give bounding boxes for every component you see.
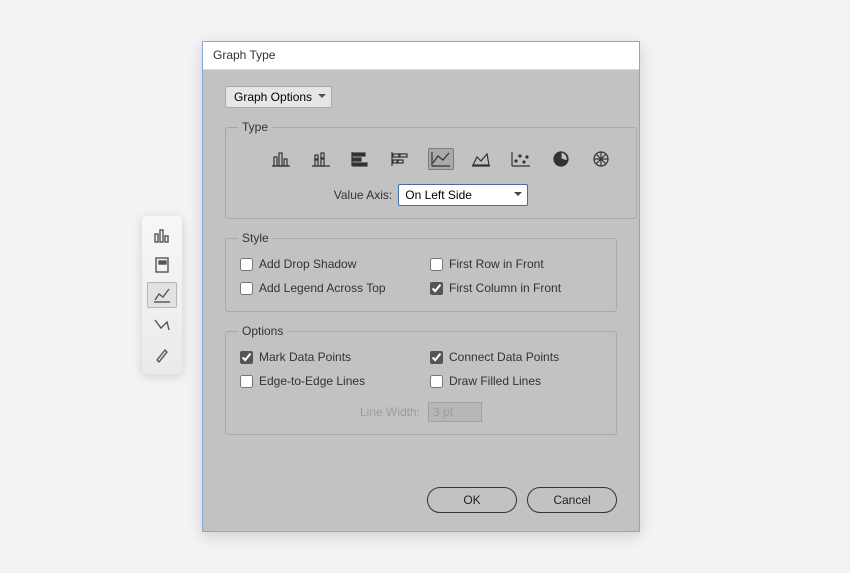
column-graph-icon: [153, 226, 171, 244]
tool-panel: [142, 216, 182, 374]
type-area-icon[interactable]: [468, 148, 494, 170]
type-radar-icon[interactable]: [588, 148, 614, 170]
add-drop-shadow-checkbox[interactable]: Add Drop Shadow: [240, 257, 430, 271]
type-fieldset: Type Value Axis: On Left Side: [225, 120, 637, 219]
type-stacked-bar-icon[interactable]: [388, 148, 414, 170]
type-legend: Type: [238, 120, 272, 134]
edge-to-edge-lines-checkbox[interactable]: Edge-to-Edge Lines: [240, 374, 430, 388]
tool-line-graph[interactable]: [147, 282, 177, 308]
chart-type-row: [238, 142, 624, 180]
dialog-title-text: Graph Type: [213, 48, 275, 62]
brush-icon: [153, 346, 171, 364]
ok-button[interactable]: OK: [427, 487, 517, 513]
options-legend: Options: [238, 324, 287, 338]
area-graph-icon: [153, 316, 171, 334]
graph-options-dropdown[interactable]: Graph Options: [225, 86, 332, 108]
style-legend: Style: [238, 231, 273, 245]
type-column-icon[interactable]: [268, 148, 294, 170]
mark-data-points-checkbox[interactable]: Mark Data Points: [240, 350, 430, 364]
line-width-label: Line Width:: [360, 405, 420, 419]
tool-column-graph[interactable]: [147, 222, 177, 248]
graph-type-dialog: Graph Type Graph Options Type Valu: [202, 41, 640, 532]
first-row-in-front-checkbox[interactable]: First Row in Front: [430, 257, 602, 271]
draw-filled-lines-checkbox[interactable]: Draw Filled Lines: [430, 374, 602, 388]
value-axis-dropdown[interactable]: On Left Side: [398, 184, 528, 206]
type-bar-icon[interactable]: [348, 148, 374, 170]
line-graph-icon: [153, 286, 171, 304]
value-axis-label: Value Axis:: [334, 188, 392, 202]
tool-area-graph[interactable]: [147, 312, 177, 338]
type-stacked-column-icon[interactable]: [308, 148, 334, 170]
dialog-body: Graph Options Type Value Axis:: [203, 70, 639, 531]
stacked-column-icon: [153, 256, 171, 274]
type-scatter-icon[interactable]: [508, 148, 534, 170]
first-column-in-front-checkbox[interactable]: First Column in Front: [430, 281, 602, 295]
options-fieldset: Options Mark Data Points Connect Data Po…: [225, 324, 617, 435]
type-line-icon[interactable]: [428, 148, 454, 170]
tool-stacked-column[interactable]: [147, 252, 177, 278]
type-pie-icon[interactable]: [548, 148, 574, 170]
dialog-title: Graph Type: [203, 42, 639, 70]
add-legend-across-top-checkbox[interactable]: Add Legend Across Top: [240, 281, 430, 295]
connect-data-points-checkbox[interactable]: Connect Data Points: [430, 350, 602, 364]
style-fieldset: Style Add Drop Shadow First Row in Front…: [225, 231, 617, 312]
value-axis-row: Value Axis: On Left Side: [238, 184, 624, 206]
tool-brush[interactable]: [147, 342, 177, 368]
cancel-button[interactable]: Cancel: [527, 487, 617, 513]
line-width-input: [428, 402, 482, 422]
line-width-row: Line Width:: [238, 402, 604, 422]
dialog-buttons: OK Cancel: [427, 487, 617, 513]
